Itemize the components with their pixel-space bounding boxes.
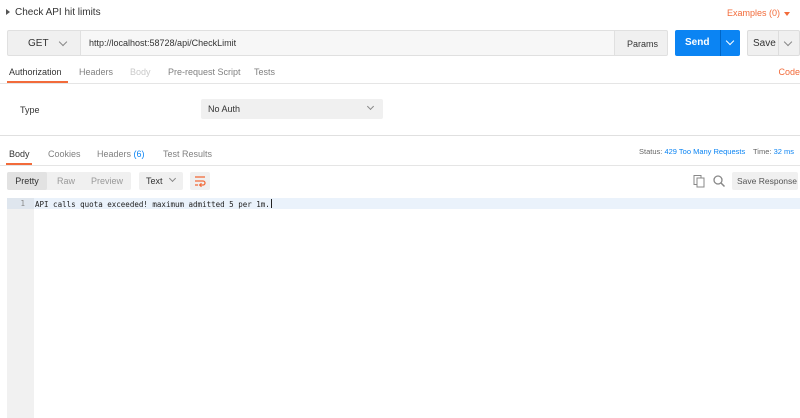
auth-type-value: No Auth bbox=[208, 104, 241, 114]
send-button[interactable]: Send bbox=[675, 30, 740, 56]
response-line: API calls quota exceeded! maximum admitt… bbox=[35, 199, 272, 209]
search-icon[interactable] bbox=[712, 174, 726, 188]
save-button[interactable]: Save bbox=[747, 30, 800, 56]
format-value: Text bbox=[146, 176, 163, 186]
chevron-down-icon bbox=[58, 37, 68, 47]
tab-pre-request-script[interactable]: Pre-request Script bbox=[168, 67, 241, 77]
response-status: Status: 429 Too Many Requests bbox=[639, 147, 745, 156]
save-label: Save bbox=[753, 38, 776, 49]
tab-cookies[interactable]: Cookies bbox=[48, 149, 81, 159]
method-select[interactable]: GET bbox=[7, 30, 81, 56]
request-tabs: Authorization Headers Body Pre-request S… bbox=[0, 62, 800, 84]
save-response-label: Save Response bbox=[737, 176, 798, 186]
format-select[interactable]: Text bbox=[139, 172, 183, 190]
tab-response-body[interactable]: Body bbox=[9, 149, 30, 159]
auth-type-select[interactable]: No Auth bbox=[201, 99, 383, 119]
method-value: GET bbox=[28, 38, 49, 49]
tab-body[interactable]: Body bbox=[130, 67, 151, 77]
request-title[interactable]: Check API hit limits bbox=[15, 7, 101, 18]
wrap-lines-button[interactable] bbox=[190, 172, 210, 190]
examples-dropdown[interactable]: Examples (0) bbox=[727, 8, 790, 18]
preview-button[interactable]: Preview bbox=[85, 172, 129, 190]
headers-count-badge: (6) bbox=[133, 149, 145, 159]
status-label: Status: bbox=[639, 147, 663, 156]
copy-icon[interactable] bbox=[692, 174, 706, 188]
tab-test-results[interactable]: Test Results bbox=[163, 149, 212, 159]
request-title-bar: Check API hit limits Examples (0) bbox=[0, 0, 800, 28]
status-value[interactable]: 429 Too Many Requests bbox=[664, 147, 745, 156]
chevron-down-icon bbox=[366, 102, 375, 111]
params-label: Params bbox=[627, 39, 659, 49]
active-tab-indicator bbox=[6, 163, 32, 165]
send-options-chevron-icon[interactable] bbox=[725, 36, 735, 46]
tab-headers[interactable]: Headers bbox=[79, 67, 113, 77]
url-input[interactable]: http://localhost:58728/api/CheckLimit bbox=[81, 30, 615, 56]
response-body-editor[interactable]: 1 API calls quota exceeded! maximum admi… bbox=[7, 198, 800, 418]
tab-tests[interactable]: Tests bbox=[254, 67, 275, 77]
raw-button[interactable]: Raw bbox=[49, 172, 83, 190]
save-divider bbox=[778, 31, 779, 55]
auth-type-label: Type bbox=[20, 105, 40, 115]
text-cursor bbox=[270, 199, 272, 208]
tab-response-headers[interactable]: Headers (6) bbox=[97, 149, 145, 159]
line-gutter bbox=[7, 198, 34, 418]
response-tabs: Body Cookies Headers (6) Test Results St… bbox=[0, 144, 800, 166]
save-options-chevron-icon[interactable] bbox=[783, 37, 793, 47]
line-number: 1 bbox=[20, 199, 25, 208]
tab-authorization[interactable]: Authorization bbox=[9, 67, 62, 77]
wrap-lines-icon bbox=[195, 176, 206, 188]
chevron-down-icon bbox=[784, 11, 790, 16]
time-value[interactable]: 32 ms bbox=[774, 147, 794, 156]
url-value: http://localhost:58728/api/CheckLimit bbox=[89, 38, 237, 48]
code-link[interactable]: Code bbox=[778, 67, 800, 77]
send-divider bbox=[720, 30, 721, 56]
pretty-button[interactable]: Pretty bbox=[7, 172, 47, 190]
response-time: Time: 32 ms bbox=[753, 147, 794, 156]
params-button[interactable]: Params bbox=[614, 30, 668, 56]
send-label: Send bbox=[685, 37, 710, 48]
time-label: Time: bbox=[753, 147, 772, 156]
save-response-button[interactable]: Save Response bbox=[732, 172, 798, 190]
section-divider bbox=[0, 135, 800, 136]
examples-label: Examples (0) bbox=[726, 8, 780, 18]
chevron-down-icon bbox=[168, 174, 177, 183]
response-view-mode-group: Pretty Raw Preview bbox=[7, 172, 131, 190]
response-text: API calls quota exceeded! maximum admitt… bbox=[35, 200, 270, 209]
response-headers-label: Headers bbox=[97, 149, 132, 159]
active-tab-indicator bbox=[7, 81, 68, 83]
expand-caret-icon[interactable] bbox=[6, 9, 10, 15]
